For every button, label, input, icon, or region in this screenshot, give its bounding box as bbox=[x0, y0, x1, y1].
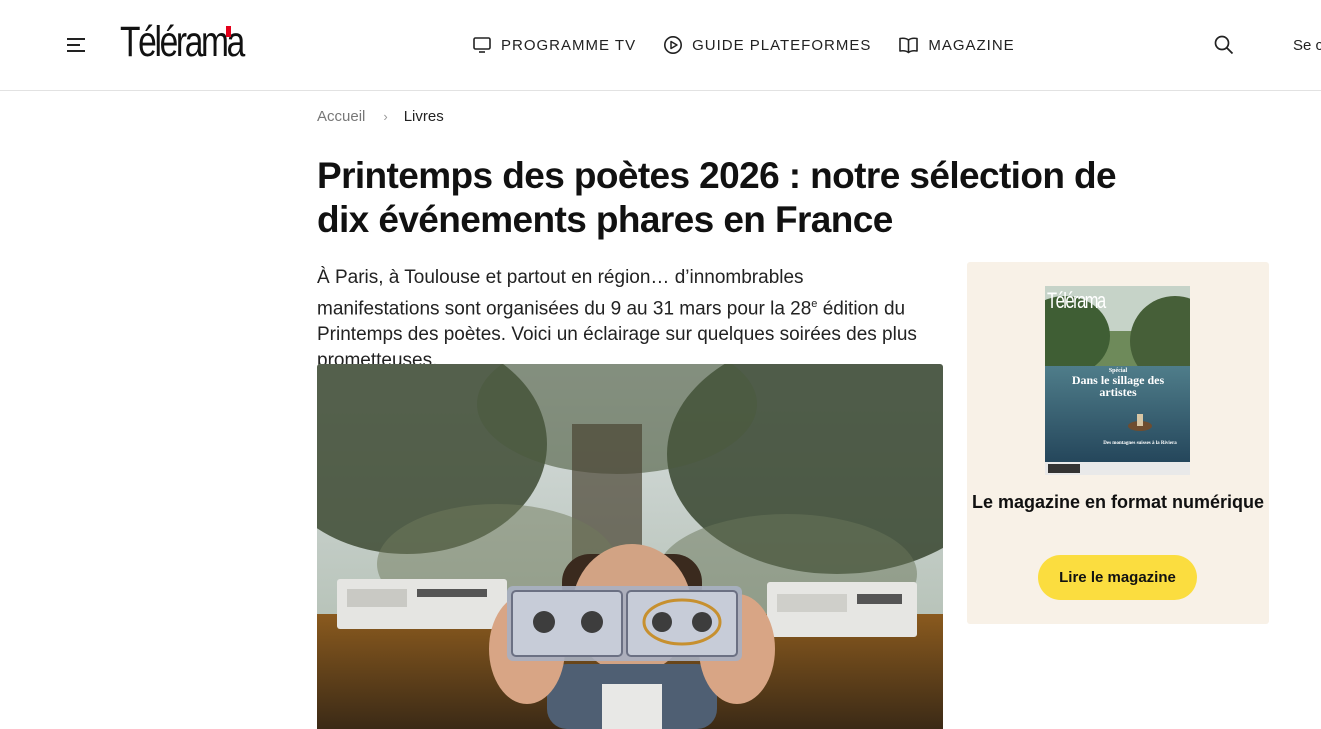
nav-item-programme-tv[interactable]: PROGRAMME TV bbox=[472, 35, 636, 55]
article-title: Printemps des poètes 2026 : notre sélect… bbox=[317, 155, 1117, 240]
site-header: Télérama PROGRAMME TV GUIDE PLATEFORMES … bbox=[0, 0, 1321, 91]
magazine-promo: Le magazine en format numérique Lire le … bbox=[967, 262, 1269, 624]
lead-text: À Paris, à Toulouse et partout en région… bbox=[317, 267, 812, 320]
nav-label: GUIDE PLATEFORMES bbox=[692, 36, 872, 54]
nav-label: MAGAZINE bbox=[928, 36, 1015, 54]
site-logo[interactable]: Télérama bbox=[120, 18, 245, 67]
breadcrumb-current-link[interactable]: Livres bbox=[404, 108, 444, 125]
chevron-right-icon: › bbox=[383, 109, 388, 124]
magazine-cover-image[interactable] bbox=[1045, 286, 1190, 475]
nav-item-magazine[interactable]: MAGAZINE bbox=[898, 35, 1014, 55]
play-circle-icon bbox=[664, 36, 683, 54]
main-nav: PROGRAMME TV GUIDE PLATEFORMES MAGAZINE bbox=[472, 34, 1042, 56]
read-magazine-button[interactable]: Lire le magazine bbox=[1038, 555, 1197, 600]
promo-title: Le magazine en format numérique bbox=[971, 492, 1265, 512]
breadcrumb: Accueil › Livres bbox=[317, 108, 444, 125]
search-icon[interactable] bbox=[1213, 34, 1235, 56]
nav-item-guide-plateformes[interactable]: GUIDE PLATEFORMES bbox=[663, 35, 871, 55]
open-book-icon bbox=[899, 37, 919, 54]
article-hero-image bbox=[317, 364, 943, 729]
hamburger-menu-icon[interactable] bbox=[66, 34, 88, 56]
tv-icon bbox=[473, 37, 491, 53]
article-lead: À Paris, à Toulouse et partout en région… bbox=[317, 265, 927, 374]
logo-accent-mark bbox=[226, 26, 231, 37]
login-link[interactable]: Se connecter bbox=[1293, 37, 1321, 54]
nav-label: PROGRAMME TV bbox=[501, 36, 637, 54]
breadcrumb-home-link[interactable]: Accueil bbox=[317, 108, 365, 125]
